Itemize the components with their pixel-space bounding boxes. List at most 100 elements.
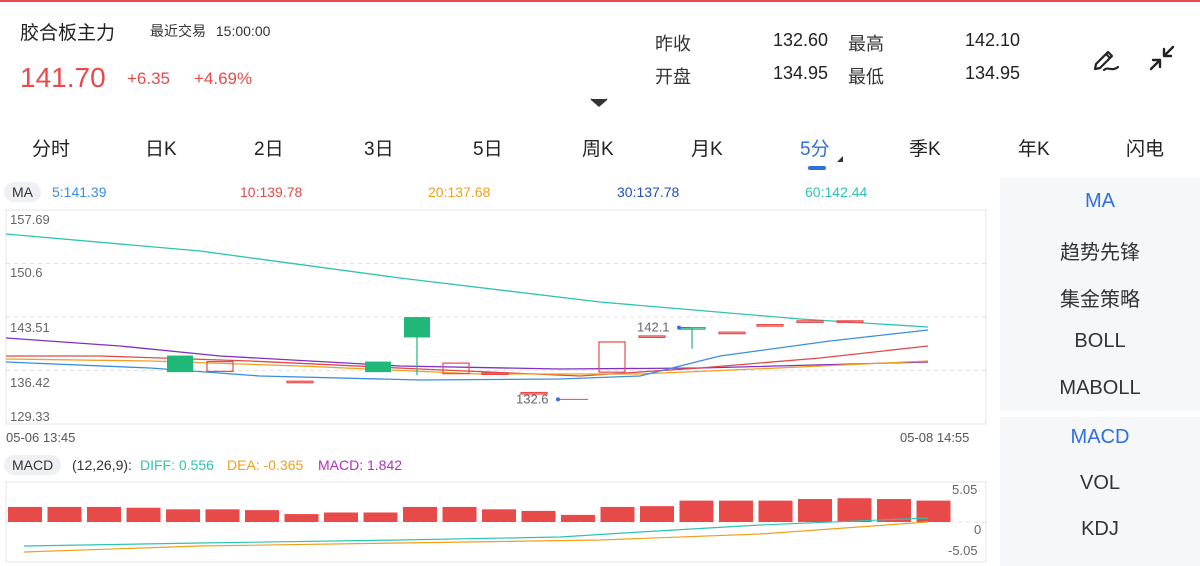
session-label: 最近交易: [150, 23, 206, 39]
side-item-kdj[interactable]: KDJ: [1000, 518, 1200, 541]
candle-body: [286, 380, 314, 384]
tab-dropdown-icon[interactable]: [837, 156, 843, 162]
candle-body: [796, 320, 824, 323]
ma5-line: [5, 329, 929, 381]
macd-bar: [679, 500, 714, 522]
side-item-vol[interactable]: VOL: [1000, 472, 1200, 495]
min-label: 132.6: [516, 391, 549, 406]
high-label: 最高: [848, 34, 884, 54]
macd-bar: [87, 506, 121, 522]
macd-legend: MACD (12,26,9): DIFF: 0.556 DEA: -0.365 …: [0, 455, 992, 477]
pen-draw-icon[interactable]: [1088, 40, 1124, 76]
ma20-value: 20:137.68: [428, 184, 491, 200]
session-info: 最近交易 15:00:00: [150, 21, 270, 41]
tab-5min[interactable]: 5分: [800, 134, 830, 161]
price-tick-1: 157.69: [10, 212, 50, 227]
macd-bar: [640, 506, 674, 522]
macd-bar: [521, 510, 556, 522]
tab-monthly-k[interactable]: 月K: [691, 134, 723, 161]
macd-bar: [719, 500, 753, 522]
min-marker: [556, 397, 560, 402]
side-item-boll[interactable]: BOLL: [1000, 330, 1200, 353]
macd-bar: [126, 507, 161, 522]
macd-params: (12,26,9):: [72, 457, 132, 473]
macd-dea: DEA: -0.365: [227, 457, 304, 473]
last-price: 141.70: [20, 62, 106, 93]
candle-body: [756, 324, 784, 327]
macd-bar: [442, 506, 477, 522]
open-label: 开盘: [655, 67, 691, 87]
tab-weekly-k[interactable]: 周K: [582, 134, 614, 161]
macd-tick-zero: 0: [974, 522, 982, 537]
candle-body: [718, 331, 746, 335]
candlestick-chart[interactable]: 142.1 132.6: [0, 206, 992, 430]
candle-body: [404, 317, 430, 338]
tab-5day[interactable]: 5日: [473, 134, 503, 161]
tab-2day[interactable]: 2日: [254, 134, 284, 161]
macd-tick-bottom: -5.05: [948, 543, 978, 558]
contract-title: 胶合板主力: [20, 23, 116, 44]
macd-bar: [600, 506, 635, 522]
side-divider: [1000, 411, 1200, 417]
macd-bar: [166, 509, 200, 522]
ma60-value: 60:142.44: [805, 184, 868, 200]
period-tabs: 分时 日K 2日 3日 5日 周K 月K 5分 季K 年K 闪电: [0, 128, 1200, 168]
side-item-macd[interactable]: MACD: [1000, 426, 1200, 449]
price-tick-2: 150.6: [10, 265, 43, 280]
tab-yearly-k[interactable]: 年K: [1018, 134, 1050, 161]
macd-bar: [245, 510, 279, 522]
high-value: 142.10: [964, 30, 1020, 50]
price-tick-5: 129.33: [10, 409, 50, 424]
ma-indicator-badge[interactable]: MA: [4, 182, 41, 202]
prev-close-label: 昨收: [655, 34, 691, 54]
side-item-strategy[interactable]: 集金策略: [1000, 283, 1200, 312]
macd-tick-top: 5.05: [952, 482, 978, 497]
tab-quarterly-k[interactable]: 季K: [909, 134, 941, 161]
open-value: 134.95: [772, 63, 828, 83]
ma-legend: MA 5:141.39 10:139.78 20:137.68 30:137.7…: [0, 182, 992, 204]
macd-bar: [561, 514, 595, 522]
macd-diff: DIFF: 0.556: [140, 457, 214, 473]
ma30-line: [5, 337, 929, 370]
macd-bar: [837, 498, 872, 522]
ma20-line: [5, 358, 929, 375]
price-tick-4: 136.42: [10, 375, 50, 390]
low-value: 134.95: [964, 63, 1020, 83]
candle-body: [365, 361, 391, 373]
tab-intraday[interactable]: 分时: [32, 134, 70, 161]
tab-daily-k[interactable]: 日K: [145, 134, 177, 161]
side-item-ma[interactable]: MA: [1000, 190, 1200, 213]
macd-bar: [205, 509, 240, 522]
side-item-maboll[interactable]: MABOLL: [1000, 377, 1200, 400]
chevron-down-icon[interactable]: [589, 96, 609, 108]
macd-bar: [482, 509, 516, 522]
session-time: 15:00:00: [215, 23, 271, 39]
macd-bar: [403, 506, 437, 522]
macd-bar: [324, 512, 358, 522]
macd-bar: [284, 514, 319, 522]
side-item-trend[interactable]: 趋势先锋: [1000, 236, 1200, 265]
macd-bar: [758, 500, 793, 522]
macd-bar: [8, 506, 42, 522]
price-change-pct: +4.69%: [194, 69, 253, 88]
prev-close-value: 132.60: [772, 30, 828, 50]
macd-bar: [798, 499, 832, 522]
macd-bar: [363, 512, 398, 522]
tab-3day[interactable]: 3日: [364, 134, 394, 161]
indicator-side-panel: MA 趋势先锋 集金策略 BOLL MABOLL MACD VOL KDJ: [1000, 178, 1200, 566]
macd-chart[interactable]: [0, 480, 992, 566]
ma30-value: 30:137.78: [617, 184, 680, 200]
price-change: +6.35: [127, 69, 171, 88]
max-label: 142.1: [637, 320, 670, 335]
candle-body: [598, 341, 626, 373]
dea-line: [23, 521, 929, 553]
macd-bar: [47, 506, 82, 522]
time-start-label: 05-06 13:45: [6, 430, 76, 445]
time-end-label: 05-08 14:55: [900, 430, 970, 445]
tab-flash[interactable]: 闪电: [1126, 134, 1164, 161]
ma60-line: [5, 233, 929, 328]
active-tab-indicator: [808, 166, 826, 170]
top-accent-line: [0, 0, 1200, 2]
collapse-arrows-icon[interactable]: [1144, 40, 1180, 76]
macd-indicator-badge[interactable]: MACD: [4, 455, 62, 475]
